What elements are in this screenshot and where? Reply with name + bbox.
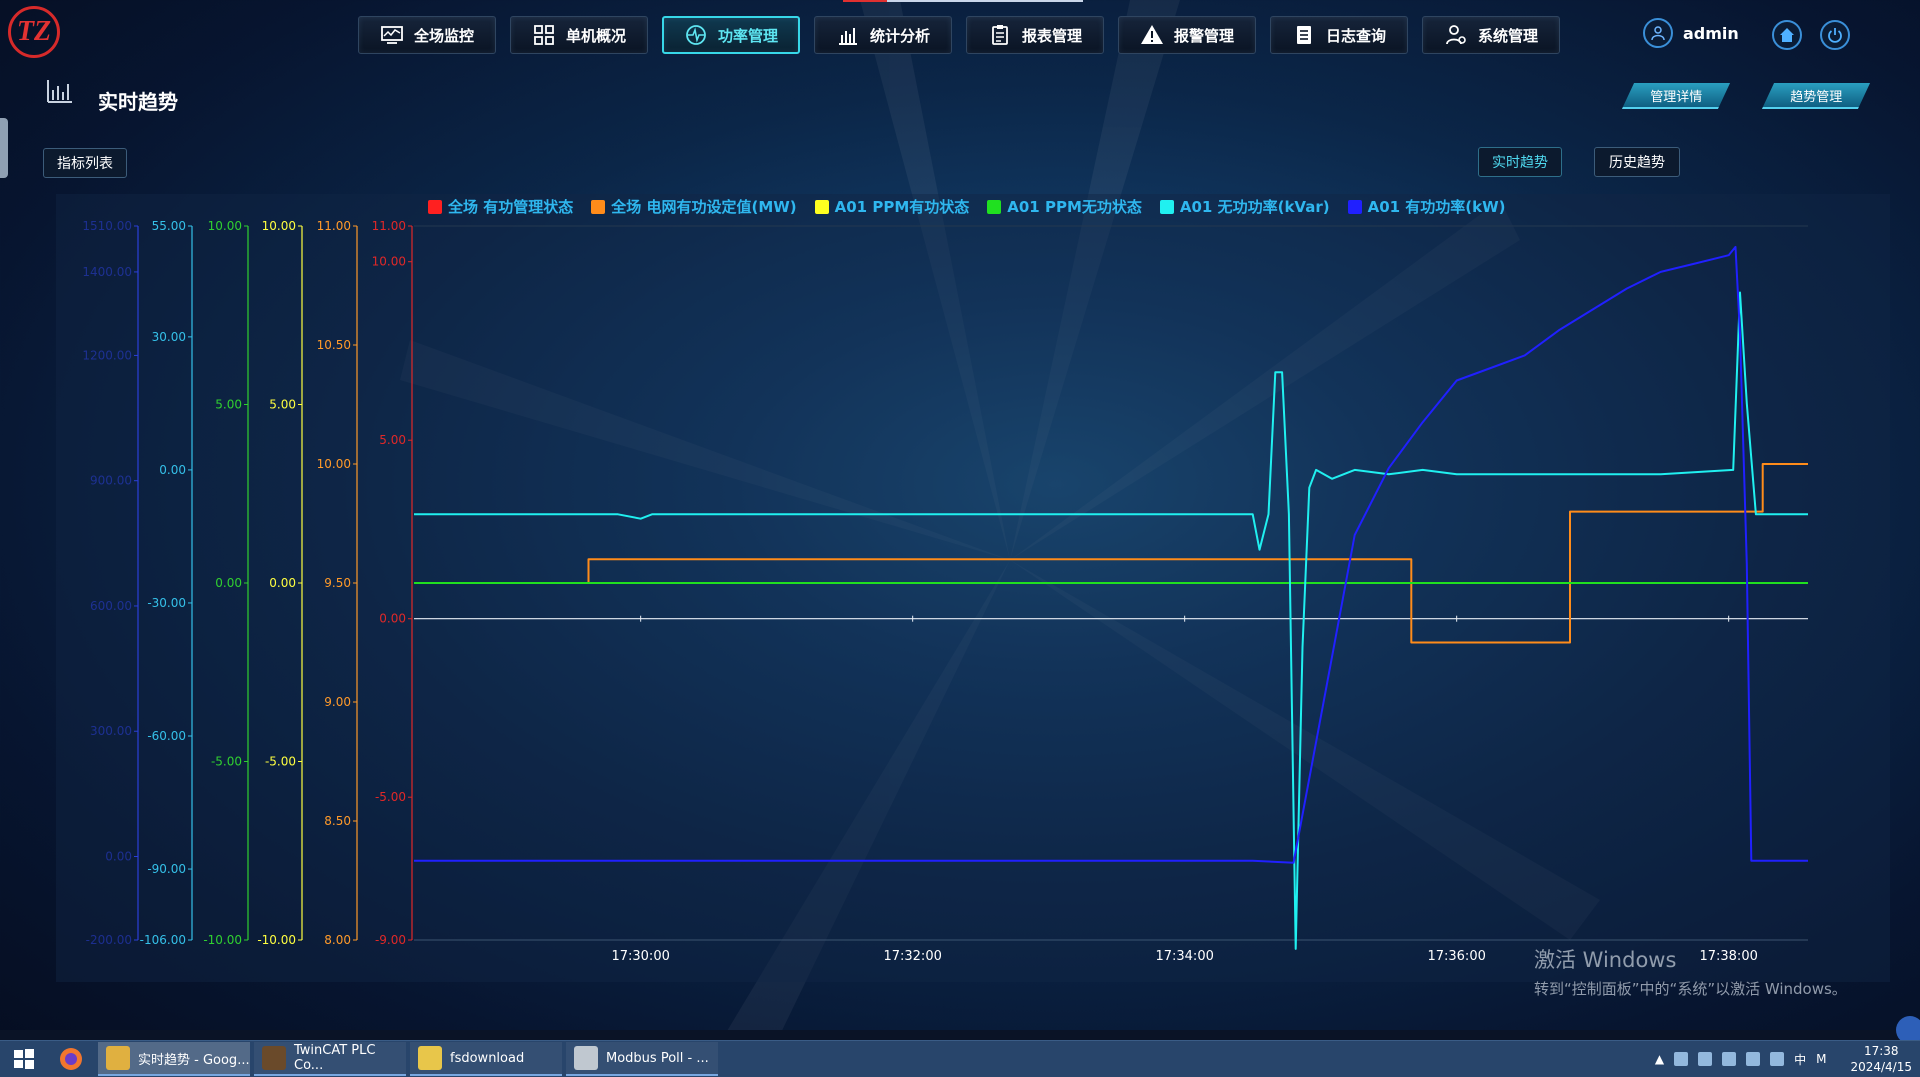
chart-legend: 全场 有功管理状态 全场 电网有功设定值(MW) A01 PPM有功状态 A01 PP…	[428, 196, 1506, 217]
y-tick-label: 0.00	[159, 463, 186, 477]
legend-item[interactable]: A01 有功功率(kW)	[1347, 196, 1506, 217]
y-tick-label: 1400.00	[82, 265, 132, 279]
y-tick-label: -106.00	[140, 933, 186, 947]
task-app-icon	[106, 1046, 130, 1070]
y-tick-label: 10.00	[208, 219, 242, 233]
y-tick-label: 1200.00	[82, 348, 132, 362]
tray-chevron-icon[interactable]: ▲	[1655, 1052, 1664, 1066]
trend-chart: 1510.00 1400.00 1200.00 900.00 600.00 300.00 0…	[82, 219, 1808, 964]
y-tick-label: 300.00	[90, 724, 132, 738]
series-line	[414, 291, 1808, 950]
y-tick-label: -30.00	[147, 596, 186, 610]
y-tick-label: 10.00	[262, 219, 296, 233]
tray-volume-icon[interactable]	[1770, 1052, 1785, 1066]
system-tray: ▲ 中 M 17:38 2024/4/15	[1655, 1041, 1912, 1077]
y-tick-label: 8.00	[324, 933, 351, 947]
y-tick-label: 8.50	[324, 814, 351, 828]
task-app-icon	[574, 1046, 598, 1070]
x-tick-label: 17:30:00	[611, 949, 669, 964]
y-tick-label: -9.00	[375, 933, 406, 947]
legend-label: A01 PPM有功状态	[834, 198, 970, 216]
firefox-icon[interactable]	[48, 1041, 94, 1077]
y-tick-label: 30.00	[152, 330, 186, 344]
legend-item[interactable]: A01 无功功率(kVar)	[1159, 196, 1330, 217]
taskbar-task[interactable]: 实时趋势 - Goog...	[98, 1042, 250, 1076]
y-tick-label: -5.00	[265, 755, 296, 769]
y-tick-label: 11.00	[317, 219, 351, 233]
taskbar-tasks: 实时趋势 - Goog... TwinCAT PLC Co... fsdownloa…	[94, 1042, 718, 1076]
tray-m-icon[interactable]: M	[1816, 1052, 1826, 1066]
y-tick-label: -200.00	[86, 933, 132, 947]
task-label: TwinCAT PLC Co...	[294, 1043, 376, 1073]
taskbar-clock[interactable]: 17:38 2024/4/15	[1850, 1043, 1912, 1075]
tray-ime-icon[interactable]: 中	[1794, 1051, 1806, 1068]
y-tick-label: 10.00	[372, 255, 406, 269]
legend-item[interactable]: A01 PPM无功状态	[987, 196, 1142, 217]
status-strip	[0, 1030, 1920, 1040]
y-tick-label: -10.00	[203, 933, 242, 947]
y-tick-label: 600.00	[90, 599, 132, 613]
task-label: Modbus Poll - ...	[606, 1050, 709, 1066]
windows-start-icon[interactable]	[0, 1041, 48, 1077]
tray-security-icon[interactable]	[1722, 1052, 1737, 1066]
legend-item[interactable]: 全场 电网有功设定值(MW)	[591, 196, 797, 217]
legend-swatch	[987, 199, 1002, 214]
task-app-icon	[418, 1046, 442, 1070]
tray-flag-icon[interactable]	[1746, 1052, 1761, 1066]
windows-activation-watermark: 激活 Windows 转到“控制面板”中的“系统”以激活 Windows。	[1534, 944, 1847, 999]
y-tick-label: -90.00	[147, 862, 186, 876]
legend-label: A01 无功功率(kVar)	[1179, 198, 1330, 216]
y-tick-label: -60.00	[147, 729, 186, 743]
tray-app-icon[interactable]	[1698, 1052, 1713, 1066]
y-tick-label: 1510.00	[82, 219, 132, 233]
task-app-icon	[262, 1046, 286, 1070]
x-tick-label: 17:34:00	[1155, 949, 1213, 964]
y-tick-label: 0.00	[379, 612, 406, 626]
series-line	[414, 463, 1808, 644]
y-tick-label: 5.00	[379, 433, 406, 447]
taskbar-task[interactable]: TwinCAT PLC Co...	[254, 1042, 406, 1076]
legend-swatch	[1347, 199, 1362, 214]
tray-network-icon[interactable]	[1674, 1052, 1689, 1066]
legend-item[interactable]: A01 PPM有功状态	[814, 196, 970, 217]
y-tick-label: 10.00	[317, 457, 351, 471]
y-tick-label: 11.00	[372, 219, 406, 233]
legend-item[interactable]: 全场 有功管理状态	[428, 196, 573, 217]
legend-swatch	[1159, 199, 1174, 214]
y-tick-label: 0.00	[269, 576, 296, 590]
x-tick-label: 17:36:00	[1427, 949, 1485, 964]
clock-date: 2024/4/15	[1850, 1060, 1912, 1074]
taskbar-task[interactable]: Modbus Poll - ...	[566, 1042, 718, 1076]
watermark-subtitle: 转到“控制面板”中的“系统”以激活 Windows。	[1534, 980, 1847, 998]
legend-label: A01 PPM无功状态	[1007, 198, 1142, 216]
clock-time: 17:38	[1863, 1044, 1899, 1058]
y-tick-label: -10.00	[257, 933, 296, 947]
y-tick-label: 900.00	[90, 474, 132, 488]
y-tick-label: 10.50	[317, 338, 351, 352]
y-tick-label: 9.50	[324, 576, 351, 590]
y-tick-label: 9.00	[324, 695, 351, 709]
legend-swatch	[428, 199, 442, 214]
watermark-title: 激活 Windows	[1534, 948, 1677, 972]
task-label: 实时趋势 - Goog...	[138, 1052, 250, 1068]
y-tick-label: 5.00	[269, 398, 296, 412]
legend-label: 全场 电网有功设定值(MW)	[611, 198, 797, 216]
legend-label: 全场 有功管理状态	[448, 198, 574, 216]
y-tick-label: -5.00	[211, 755, 242, 769]
x-tick-label: 17:32:00	[883, 949, 941, 964]
y-tick-label: 55.00	[152, 219, 186, 233]
legend-label: A01 有功功率(kW)	[1367, 198, 1506, 216]
windows-taskbar: 实时趋势 - Goog... TwinCAT PLC Co... fsdownloa…	[0, 1040, 1920, 1077]
task-label: fsdownload	[450, 1050, 525, 1066]
series-line	[414, 245, 1808, 864]
y-tick-label: 5.00	[215, 398, 242, 412]
taskbar-task[interactable]: fsdownload	[410, 1042, 562, 1076]
y-tick-label: 0.00	[215, 576, 242, 590]
y-tick-label: 0.00	[105, 849, 132, 863]
legend-swatch	[591, 199, 606, 214]
legend-swatch	[814, 199, 829, 214]
y-tick-label: -5.00	[375, 790, 406, 804]
